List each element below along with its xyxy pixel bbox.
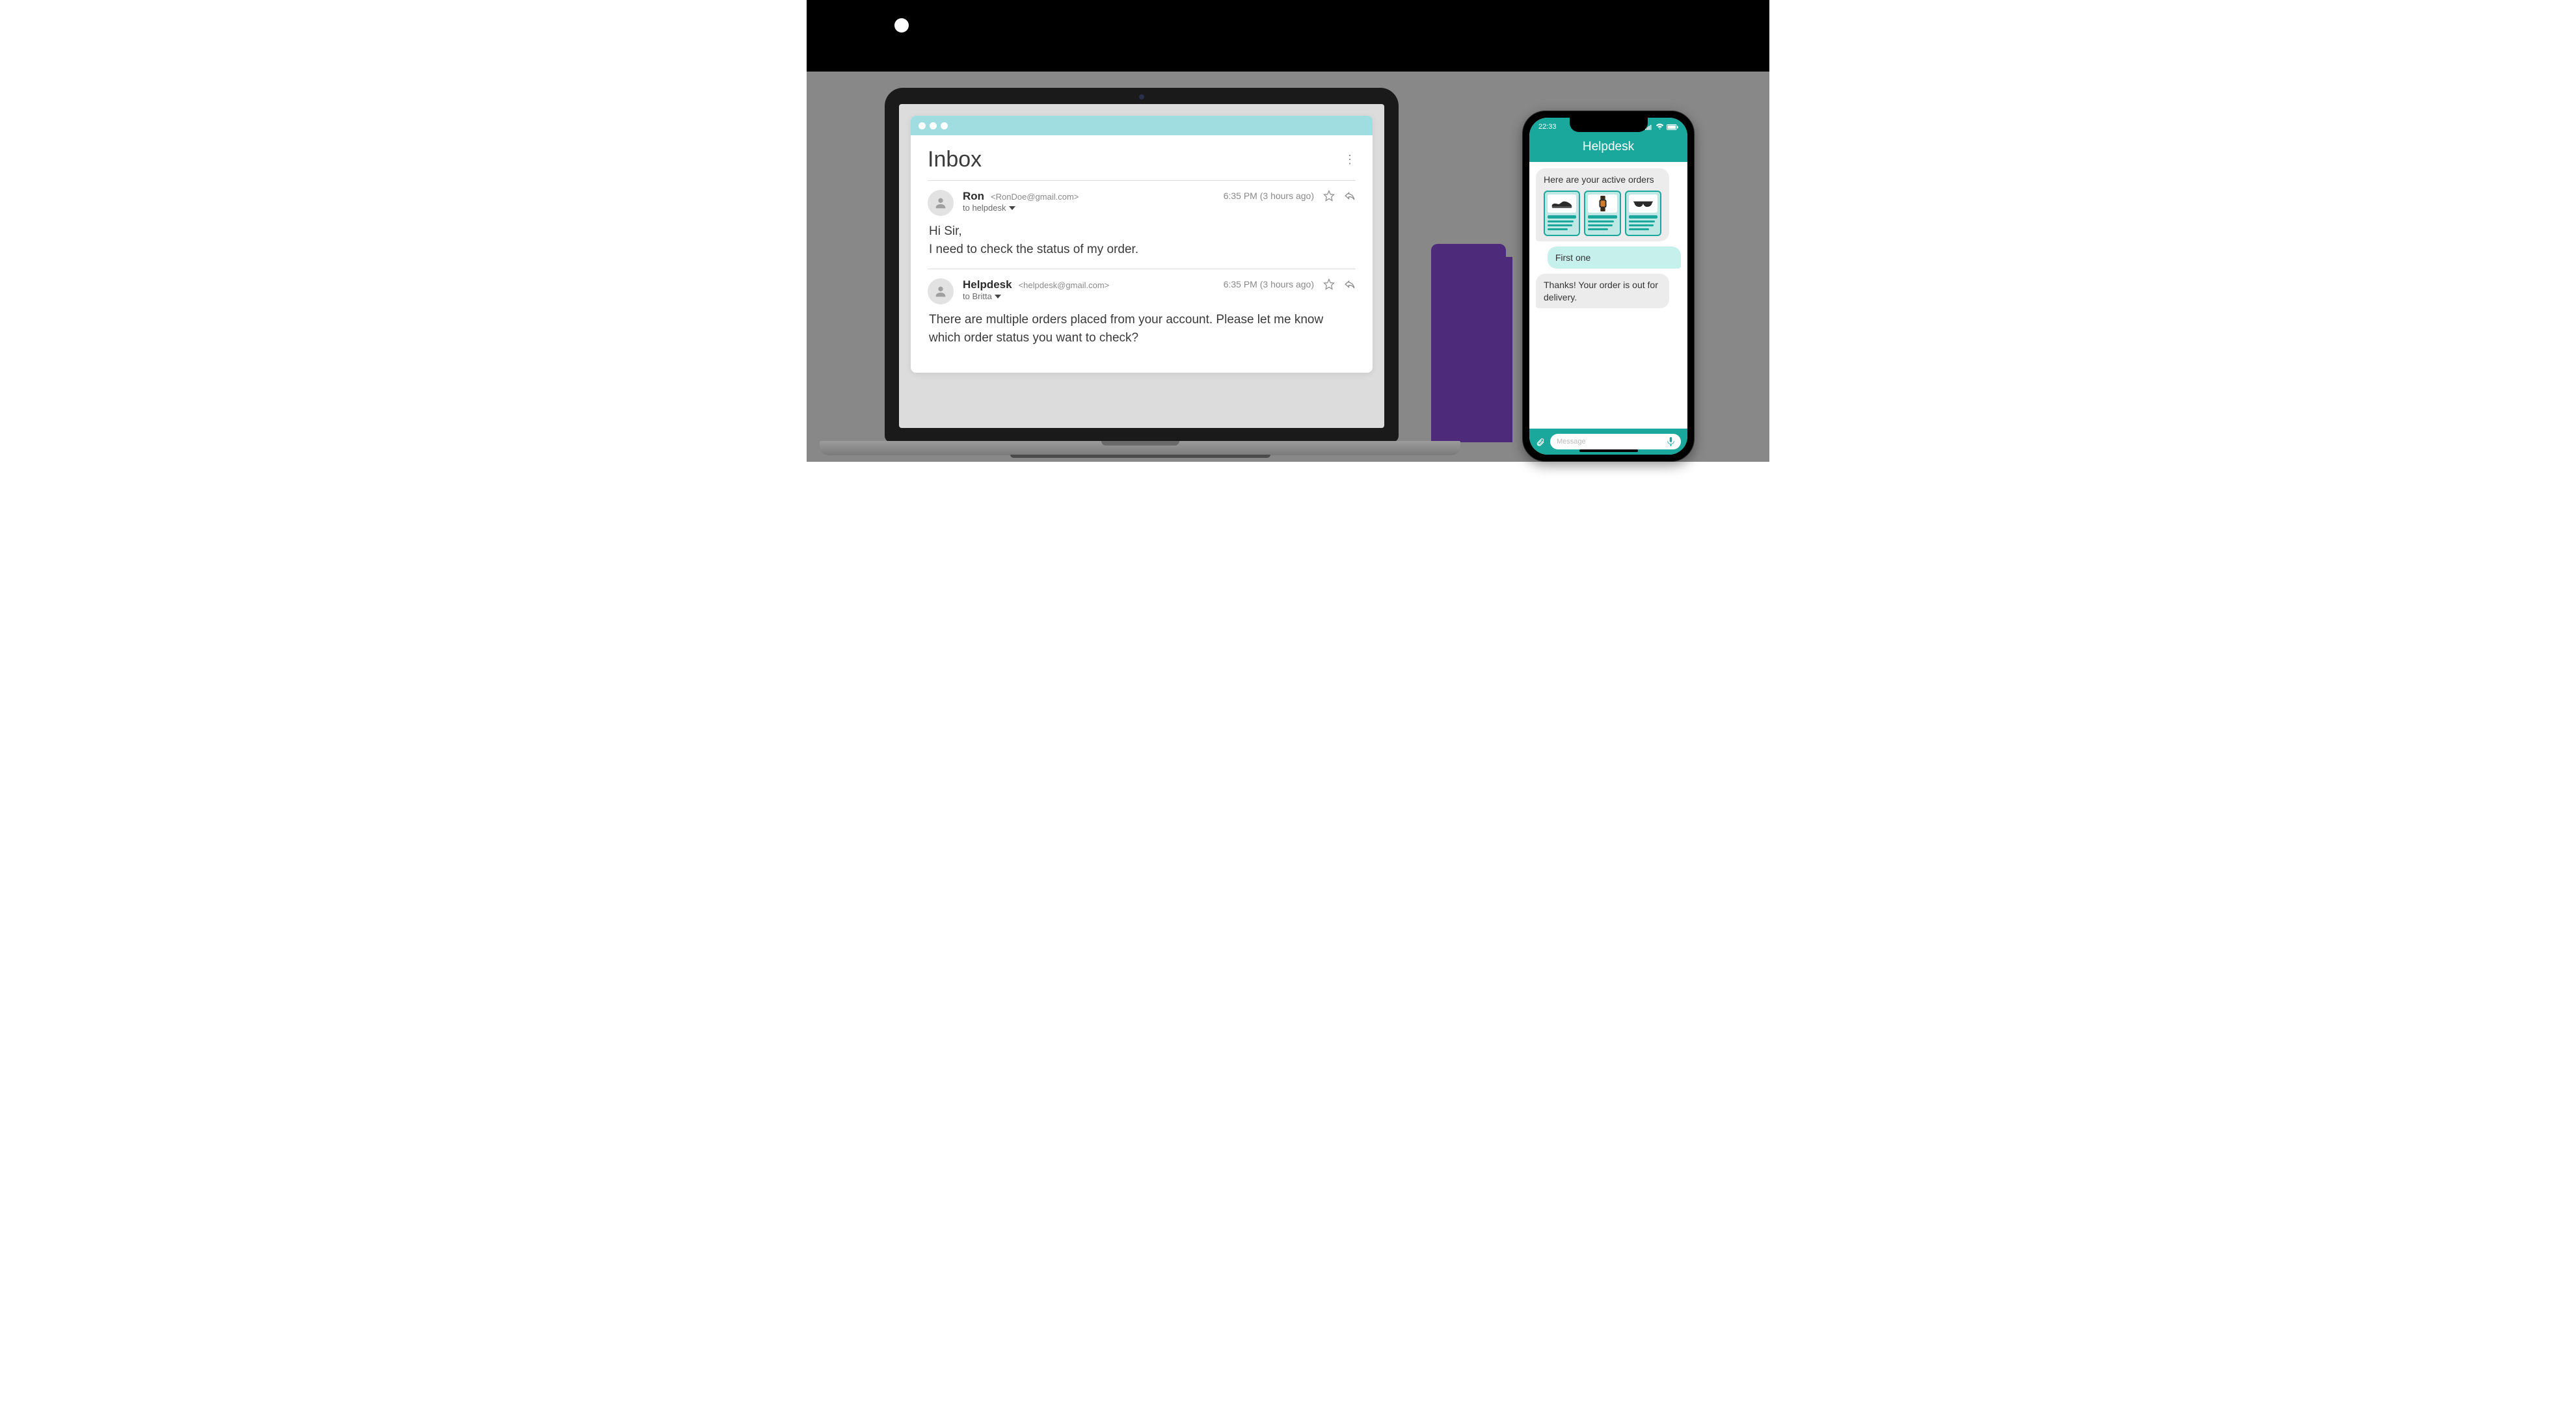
reply-icon[interactable] [1344, 190, 1356, 202]
email-timestamp: 6:35 PM (3 hours ago) [1224, 279, 1314, 289]
user-message-text: First one [1555, 252, 1590, 263]
sender-address: <helpdesk@gmail.com> [1019, 280, 1110, 290]
window-control-dot[interactable] [930, 122, 937, 129]
phone-device: 22:33 Helpdesk Here are your active [1522, 111, 1695, 462]
message-input-placeholder: Message [1557, 438, 1586, 446]
bot-message: Here are your active orders [1536, 168, 1669, 241]
email-timestamp: 6:35 PM (3 hours ago) [1224, 191, 1314, 201]
caret-down-icon[interactable] [995, 295, 1001, 299]
inbox-title: Inbox [928, 147, 982, 172]
laptop-screen: Inbox ⋮ Ron [899, 104, 1384, 428]
avatar [928, 190, 954, 216]
recipient-line: to Britta [963, 291, 992, 301]
order-card[interactable] [1625, 191, 1661, 236]
window-titlebar [911, 116, 1373, 135]
window-control-dot[interactable] [919, 122, 926, 129]
bot-message: Thanks! Your order is out for delivery. [1536, 274, 1669, 308]
battery-icon [1667, 123, 1678, 131]
order-card[interactable] [1544, 191, 1580, 236]
laptop-foot-shadow [1010, 455, 1270, 458]
shoe-icon [1548, 194, 1576, 213]
phone-home-indicator[interactable] [1579, 449, 1638, 452]
sender-name: Ron [963, 190, 984, 203]
bot-message-text: Here are your active orders [1544, 174, 1661, 185]
caret-down-icon[interactable] [1009, 206, 1015, 210]
watch-icon [1588, 194, 1617, 213]
laptop-camera-dot [1139, 94, 1144, 100]
sender-name: Helpdesk [963, 278, 1012, 291]
sunglasses-icon [1629, 194, 1657, 213]
window-control-dot[interactable] [941, 122, 948, 129]
phone-screen: 22:33 Helpdesk Here are your active [1529, 118, 1687, 455]
laptop-trackpad-notch [1101, 441, 1179, 446]
phone-notch [1570, 118, 1648, 132]
white-dot [894, 18, 909, 33]
email-window: Inbox ⋮ Ron [911, 116, 1373, 373]
purple-folder-shape-extra [1473, 257, 1512, 442]
star-icon[interactable] [1323, 190, 1335, 202]
recipient-line: to helpdesk [963, 203, 1006, 213]
email-body: Hi Sir, I need to check the status of my… [928, 222, 1356, 258]
email-thread: Helpdesk <helpdesk@gmail.com> to Britta [928, 269, 1356, 357]
status-time: 22:33 [1538, 123, 1557, 131]
laptop-device: Inbox ⋮ Ron [820, 88, 1460, 478]
order-card[interactable] [1584, 191, 1620, 236]
email-body: There are multiple orders placed from yo… [928, 311, 1356, 347]
user-message: First one [1548, 246, 1681, 269]
bot-message-text: Thanks! Your order is out for delivery. [1544, 280, 1658, 302]
reply-icon[interactable] [1344, 278, 1356, 290]
wifi-icon [1656, 123, 1664, 131]
more-menu-icon[interactable]: ⋮ [1344, 157, 1356, 162]
avatar [928, 278, 954, 304]
attachment-icon[interactable] [1536, 436, 1545, 447]
top-black-bar [807, 0, 1769, 72]
chat-scroll-area[interactable]: Here are your active orders [1529, 162, 1687, 429]
star-icon[interactable] [1323, 278, 1335, 290]
chat-header-title: Helpdesk [1529, 136, 1687, 162]
mic-icon[interactable] [1667, 437, 1674, 446]
message-input[interactable]: Message [1550, 434, 1681, 449]
email-thread: Ron <RonDoe@gmail.com> to helpdesk [928, 181, 1356, 269]
sender-address: <RonDoe@gmail.com> [991, 192, 1079, 202]
laptop-lid: Inbox ⋮ Ron [885, 88, 1399, 442]
